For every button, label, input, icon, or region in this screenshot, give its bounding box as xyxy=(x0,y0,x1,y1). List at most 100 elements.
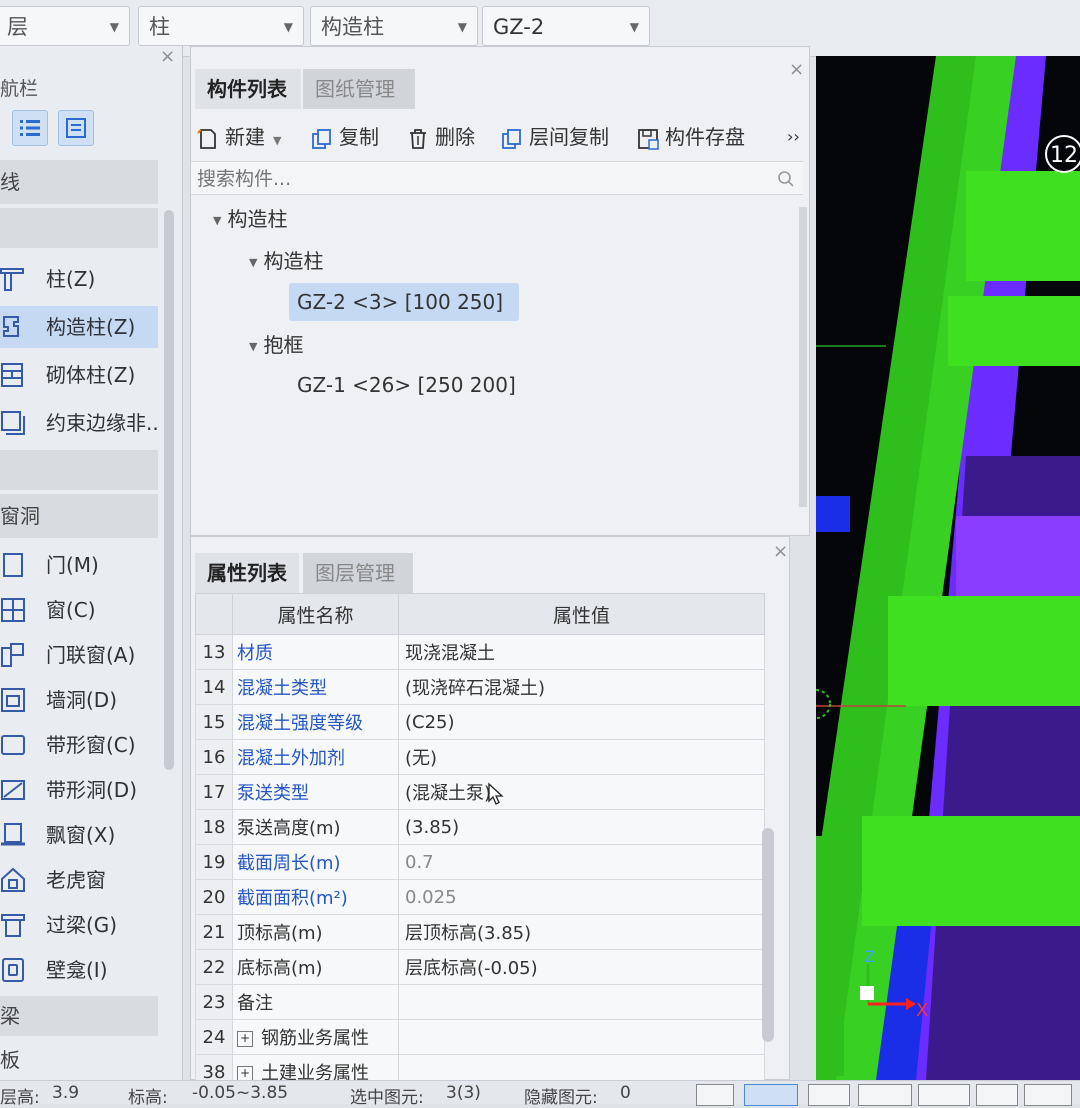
tree-node-group-constructional[interactable]: ▼ 构造柱 xyxy=(249,245,323,274)
table-row[interactable]: 13 材质 现浇混凝土 xyxy=(195,634,765,670)
property-group[interactable]: + 钢筋业务属性 xyxy=(232,1019,399,1055)
table-row[interactable]: 18 泵送高度(m) (3.85) xyxy=(195,809,765,845)
property-table-header: 属性名称 属性值 xyxy=(195,593,765,635)
delete-button[interactable]: 删除 xyxy=(407,119,475,155)
expand-triangle-icon[interactable]: ▼ xyxy=(249,340,257,353)
table-row[interactable]: 24 + 钢筋业务属性 xyxy=(195,1019,765,1055)
expand-plus-icon[interactable]: + xyxy=(237,1031,253,1047)
property-scrollbar[interactable] xyxy=(762,828,774,1042)
table-row[interactable]: 19 截面周长(m) 0.7 xyxy=(195,844,765,880)
property-value xyxy=(398,1019,765,1055)
property-value[interactable]: 层顶标高(3.85) xyxy=(398,914,765,950)
property-name: 底标高(m) xyxy=(232,949,399,985)
table-row[interactable]: 23 备注 xyxy=(195,984,765,1020)
green-beam xyxy=(888,596,1080,706)
save-component-button[interactable]: 构件存盘 xyxy=(637,119,745,155)
component-dropdown-value: GZ-2 xyxy=(493,15,545,39)
property-name: 泵送高度(m) xyxy=(232,809,399,845)
table-row[interactable]: 17 泵送类型 (混凝土泵) xyxy=(195,774,765,810)
copy-button[interactable]: 复制 xyxy=(311,119,379,155)
property-name: 顶标高(m) xyxy=(232,914,399,950)
subtype-dropdown-value: 构造柱 xyxy=(321,15,384,39)
trash-icon xyxy=(410,128,426,149)
nav-scrollbar[interactable] xyxy=(164,210,174,770)
property-value[interactable]: 层底标高(-0.05) xyxy=(398,949,765,985)
purple-block xyxy=(956,516,1080,606)
tree-node-group-frame[interactable]: ▼ 抱框 xyxy=(249,329,303,358)
nav-item-strip-opening[interactable]: 带形洞(D) xyxy=(0,769,158,811)
property-name: 截面面积(m²) xyxy=(232,879,399,915)
nav-item-strip-window[interactable]: 带形窗(C) xyxy=(0,724,158,766)
close-icon[interactable]: × xyxy=(789,59,804,80)
table-row[interactable]: 21 顶标高(m) 层顶标高(3.85) xyxy=(195,914,765,950)
nav-item-masonry-column[interactable]: 砌体柱(Z) xyxy=(0,354,158,396)
axis-badge-label: 12 xyxy=(1050,143,1078,168)
tree-item-gz-2[interactable]: GZ-2 <3> [100 250] xyxy=(289,283,520,321)
component-search-bar xyxy=(191,161,803,195)
table-row[interactable]: 22 底标高(m) 层底标高(-0.05) xyxy=(195,949,765,985)
close-icon[interactable]: × xyxy=(773,541,788,562)
floor-height-value: 3.9 xyxy=(52,1083,80,1103)
list-view-button[interactable] xyxy=(12,110,48,146)
floor-dropdown[interactable]: 层 ▼ xyxy=(0,6,130,46)
nav-item-niche[interactable]: 壁龛(I) xyxy=(0,949,158,991)
nav-group-beams[interactable]: 梁 xyxy=(0,996,158,1036)
niche-icon xyxy=(2,958,24,982)
table-row[interactable]: 15 混凝土强度等级 (C25) xyxy=(195,704,765,740)
component-search-input[interactable] xyxy=(195,164,759,194)
component-list-scrollbar[interactable] xyxy=(799,207,807,507)
more-tools-button[interactable]: ›› xyxy=(787,119,800,155)
tab-component-list[interactable]: 构件列表 xyxy=(195,69,301,109)
nav-item-constructional-column[interactable]: 构造柱(Z) xyxy=(0,306,158,348)
save-disk-icon xyxy=(638,128,659,150)
search-icon[interactable] xyxy=(777,170,795,188)
property-value[interactable]: (无) xyxy=(398,739,765,775)
tab-property-list[interactable]: 属性列表 xyxy=(195,553,299,593)
new-file-icon xyxy=(197,128,216,149)
chevron-down-icon: ▼ xyxy=(629,20,639,34)
nav-item-bay-window[interactable]: 飘窗(X) xyxy=(0,814,158,856)
nav-item-dormer[interactable]: 老虎窗 xyxy=(0,859,158,901)
property-value[interactable]: 现浇混凝土 xyxy=(398,634,765,670)
property-value[interactable] xyxy=(398,984,765,1020)
expand-triangle-icon[interactable]: ▼ xyxy=(249,256,257,269)
nav-item-wall-opening[interactable]: 墙洞(D) xyxy=(0,679,158,721)
component-dropdown[interactable]: GZ-2 ▼ xyxy=(482,6,650,46)
nav-item-door[interactable]: 门(M) xyxy=(0,544,158,586)
subtype-dropdown[interactable]: 构造柱 ▼ xyxy=(310,6,478,46)
table-row[interactable]: 16 混凝土外加剂 (无) xyxy=(195,739,765,775)
property-value[interactable]: (混凝土泵) xyxy=(398,774,765,810)
nav-item-boundary-member[interactable]: 约束边缘非.. xyxy=(0,402,159,444)
nav-item-column[interactable]: 柱(Z) xyxy=(0,258,158,300)
nav-group-lines[interactable]: 线 xyxy=(0,160,158,204)
header-property-name: 属性名称 xyxy=(232,593,399,635)
nav-group-openings[interactable]: 窗洞 xyxy=(0,494,158,538)
constructional-column-icon xyxy=(3,316,19,337)
tile-view-button[interactable] xyxy=(58,110,94,146)
tab-layer-management[interactable]: 图层管理 xyxy=(303,553,413,593)
floor-copy-button[interactable]: 层间复制 xyxy=(501,119,609,155)
navigation-panel: 航栏 × 线 柱(Z) 构造柱(Z) 砌体柱(Z) 约束边缘非.. 窗洞 门(M… xyxy=(0,46,183,1080)
property-value[interactable]: (3.85) xyxy=(398,809,765,845)
category-dropdown[interactable]: 柱 ▼ xyxy=(138,6,304,46)
new-button[interactable]: 新建 ▼ xyxy=(197,119,281,155)
property-value[interactable]: (现浇碎石混凝土) xyxy=(398,669,765,705)
expand-triangle-icon[interactable]: ▼ xyxy=(213,214,221,227)
property-name: 截面周长(m) xyxy=(232,844,399,880)
table-row[interactable]: 14 混凝土类型 (现浇碎石混凝土) xyxy=(195,669,765,705)
3d-viewport[interactable]: 12 X Z xyxy=(816,56,1080,1080)
close-icon[interactable]: × xyxy=(160,46,175,67)
hidden-elements-label: 隐藏图元: xyxy=(524,1088,598,1108)
nav-item-lintel[interactable]: 过梁(G) xyxy=(0,904,158,946)
chevron-down-icon: ▼ xyxy=(273,134,282,147)
tree-item-gz-1[interactable]: GZ-1 <26> [250 200] xyxy=(297,373,516,397)
property-list-panel: × 属性列表 图层管理 属性名称 属性值 13 材质 现浇混凝土 14 混凝土类… xyxy=(190,536,790,1090)
nav-group-blank xyxy=(0,208,158,248)
tab-drawing-management[interactable]: 图纸管理 xyxy=(303,69,415,109)
nav-group-slabs[interactable]: 板 xyxy=(0,1040,158,1080)
property-value[interactable]: (C25) xyxy=(398,704,765,740)
tree-node-root[interactable]: ▼ 构造柱 xyxy=(213,203,287,232)
nav-item-door-window[interactable]: 门联窗(A) xyxy=(0,634,158,676)
table-row[interactable]: 20 截面面积(m²) 0.025 xyxy=(195,879,765,915)
nav-item-window[interactable]: 窗(C) xyxy=(0,589,158,631)
